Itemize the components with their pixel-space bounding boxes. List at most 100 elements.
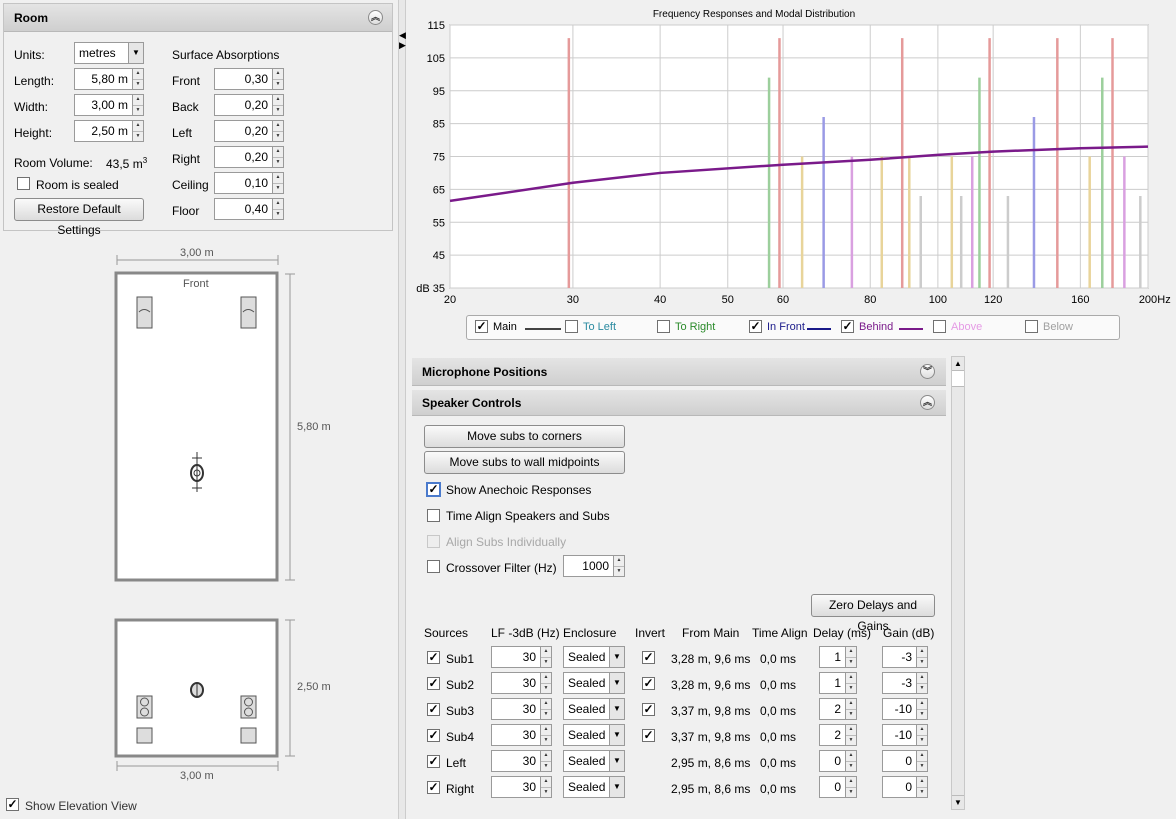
stepper-down-icon[interactable]: ▼ xyxy=(133,104,143,116)
stepper-up-icon[interactable]: ▲ xyxy=(541,647,551,657)
mic-panel-header[interactable]: Microphone Positions ︾ xyxy=(412,358,946,386)
delay-value[interactable]: 1 xyxy=(819,672,846,694)
delay-stepper[interactable]: 0 ▲ ▼ xyxy=(819,776,857,798)
legend-checkbox[interactable] xyxy=(933,320,946,333)
gain-stepper[interactable]: -3 ▲ ▼ xyxy=(882,646,928,668)
stepper-down-icon[interactable]: ▼ xyxy=(541,656,551,668)
gain-value[interactable]: -3 xyxy=(882,672,917,694)
stepper-down-icon[interactable]: ▼ xyxy=(273,182,283,194)
enclosure-select[interactable]: Sealed ▼ xyxy=(563,750,625,772)
lf-stepper[interactable]: 30 ▲ ▼ xyxy=(491,672,552,694)
scroll-down-icon[interactable]: ▼ xyxy=(952,795,964,809)
invert-checkbox[interactable]: ✓ xyxy=(642,703,655,716)
stepper-up-icon[interactable]: ▲ xyxy=(273,95,283,105)
enclosure-select[interactable]: Sealed ▼ xyxy=(563,698,625,720)
surface-value[interactable]: 0,20 xyxy=(214,120,273,142)
stepper-down-icon[interactable]: ▼ xyxy=(541,682,551,694)
stepper-up-icon[interactable]: ▲ xyxy=(273,121,283,131)
delay-value[interactable]: 1 xyxy=(819,646,846,668)
delay-stepper[interactable]: 1 ▲ ▼ xyxy=(819,672,857,694)
stepper-down-icon[interactable]: ▼ xyxy=(917,708,927,720)
stepper-down-icon[interactable]: ▼ xyxy=(846,682,856,694)
height-value[interactable]: 2,50 m xyxy=(74,120,133,142)
legend-checkbox[interactable] xyxy=(657,320,670,333)
stepper-down-icon[interactable]: ▼ xyxy=(917,760,927,772)
zero-delays-button[interactable]: Zero Delays and Gains xyxy=(811,594,935,633)
stepper-up-icon[interactable]: ▲ xyxy=(273,199,283,209)
gain-value[interactable]: 0 xyxy=(882,750,917,772)
crossover-checkbox[interactable] xyxy=(427,560,440,573)
stepper-down-icon[interactable]: ▼ xyxy=(273,78,283,90)
surface-stepper[interactable]: 0,20 ▲ ▼ xyxy=(214,120,284,142)
stepper-up-icon[interactable]: ▲ xyxy=(846,751,856,761)
stepper-down-icon[interactable]: ▼ xyxy=(273,104,283,116)
gain-stepper[interactable]: 0 ▲ ▼ xyxy=(882,776,928,798)
surface-stepper[interactable]: 0,20 ▲ ▼ xyxy=(214,94,284,116)
stepper-down-icon[interactable]: ▼ xyxy=(133,130,143,142)
speaker-left-icon[interactable] xyxy=(136,296,153,329)
invert-checkbox[interactable]: ✓ xyxy=(642,729,655,742)
stepper-up-icon[interactable]: ▲ xyxy=(917,777,927,787)
lf-value[interactable]: 30 xyxy=(491,776,541,798)
stepper-down-icon[interactable]: ▼ xyxy=(273,156,283,168)
source-checkbox[interactable]: ✓ xyxy=(427,677,440,690)
stepper-up-icon[interactable]: ▲ xyxy=(273,173,283,183)
height-stepper[interactable]: 2,50 m ▲ ▼ xyxy=(74,120,144,142)
stepper-down-icon[interactable]: ▼ xyxy=(917,734,927,746)
stepper-down-icon[interactable]: ▼ xyxy=(846,656,856,668)
enclosure-select[interactable]: Sealed ▼ xyxy=(563,646,625,668)
length-stepper[interactable]: 5,80 m ▲ ▼ xyxy=(74,68,144,90)
stepper-down-icon[interactable]: ▼ xyxy=(541,760,551,772)
restore-defaults-button[interactable]: Restore Default Settings xyxy=(14,198,144,237)
lf-value[interactable]: 30 xyxy=(491,750,541,772)
stepper-down-icon[interactable]: ▼ xyxy=(846,734,856,746)
delay-value[interactable]: 2 xyxy=(819,724,846,746)
stepper-up-icon[interactable]: ▲ xyxy=(917,751,927,761)
lf-value[interactable]: 30 xyxy=(491,672,541,694)
source-checkbox[interactable]: ✓ xyxy=(427,755,440,768)
stepper-down-icon[interactable]: ▼ xyxy=(917,656,927,668)
stepper-down-icon[interactable]: ▼ xyxy=(273,130,283,142)
surface-stepper[interactable]: 0,10 ▲ ▼ xyxy=(214,172,284,194)
stepper-up-icon[interactable]: ▲ xyxy=(846,699,856,709)
lf-value[interactable]: 30 xyxy=(491,698,541,720)
splitter-arrow-icon[interactable]: ◀ ▶ xyxy=(399,30,406,50)
stepper-up-icon[interactable]: ▲ xyxy=(846,673,856,683)
crossover-value[interactable]: 1000 xyxy=(563,555,614,577)
lf-value[interactable]: 30 xyxy=(491,646,541,668)
align-subs-checkbox[interactable] xyxy=(427,535,440,548)
stepper-up-icon[interactable]: ▲ xyxy=(133,69,143,79)
surface-stepper[interactable]: 0,40 ▲ ▼ xyxy=(214,198,284,220)
enclosure-select[interactable]: Sealed ▼ xyxy=(563,724,625,746)
stepper-down-icon[interactable]: ▼ xyxy=(846,786,856,798)
speaker-right-icon[interactable] xyxy=(240,296,257,329)
lf-stepper[interactable]: 30 ▲ ▼ xyxy=(491,776,552,798)
stepper-up-icon[interactable]: ▲ xyxy=(133,95,143,105)
stepper-up-icon[interactable]: ▲ xyxy=(133,121,143,131)
stepper-down-icon[interactable]: ▼ xyxy=(917,786,927,798)
stepper-down-icon[interactable]: ▼ xyxy=(541,708,551,720)
stepper-up-icon[interactable]: ▲ xyxy=(541,725,551,735)
surface-value[interactable]: 0,40 xyxy=(214,198,273,220)
enclosure-select[interactable]: Sealed ▼ xyxy=(563,672,625,694)
width-stepper[interactable]: 3,00 m ▲ ▼ xyxy=(74,94,144,116)
stepper-up-icon[interactable]: ▲ xyxy=(846,647,856,657)
stepper-up-icon[interactable]: ▲ xyxy=(273,69,283,79)
invert-checkbox[interactable]: ✓ xyxy=(642,677,655,690)
legend-checkbox[interactable] xyxy=(565,320,578,333)
stepper-down-icon[interactable]: ▼ xyxy=(846,760,856,772)
speaker-elev-right-icon[interactable] xyxy=(240,695,257,719)
stepper-up-icon[interactable]: ▲ xyxy=(541,777,551,787)
stepper-up-icon[interactable]: ▲ xyxy=(541,673,551,683)
stepper-up-icon[interactable]: ▲ xyxy=(273,147,283,157)
surface-stepper[interactable]: 0,20 ▲ ▼ xyxy=(214,146,284,168)
lf-stepper[interactable]: 30 ▲ ▼ xyxy=(491,646,552,668)
legend-checkbox[interactable]: ✓ xyxy=(749,320,762,333)
room-panel-header[interactable]: Room ︽ xyxy=(4,4,392,32)
delay-stepper[interactable]: 2 ▲ ▼ xyxy=(819,724,857,746)
stepper-down-icon[interactable]: ▼ xyxy=(614,565,624,577)
microphone-elev-icon[interactable] xyxy=(190,682,204,698)
surface-stepper[interactable]: 0,30 ▲ ▼ xyxy=(214,68,284,90)
source-checkbox[interactable]: ✓ xyxy=(427,729,440,742)
move-subs-corners-button[interactable]: Move subs to corners xyxy=(424,425,625,448)
